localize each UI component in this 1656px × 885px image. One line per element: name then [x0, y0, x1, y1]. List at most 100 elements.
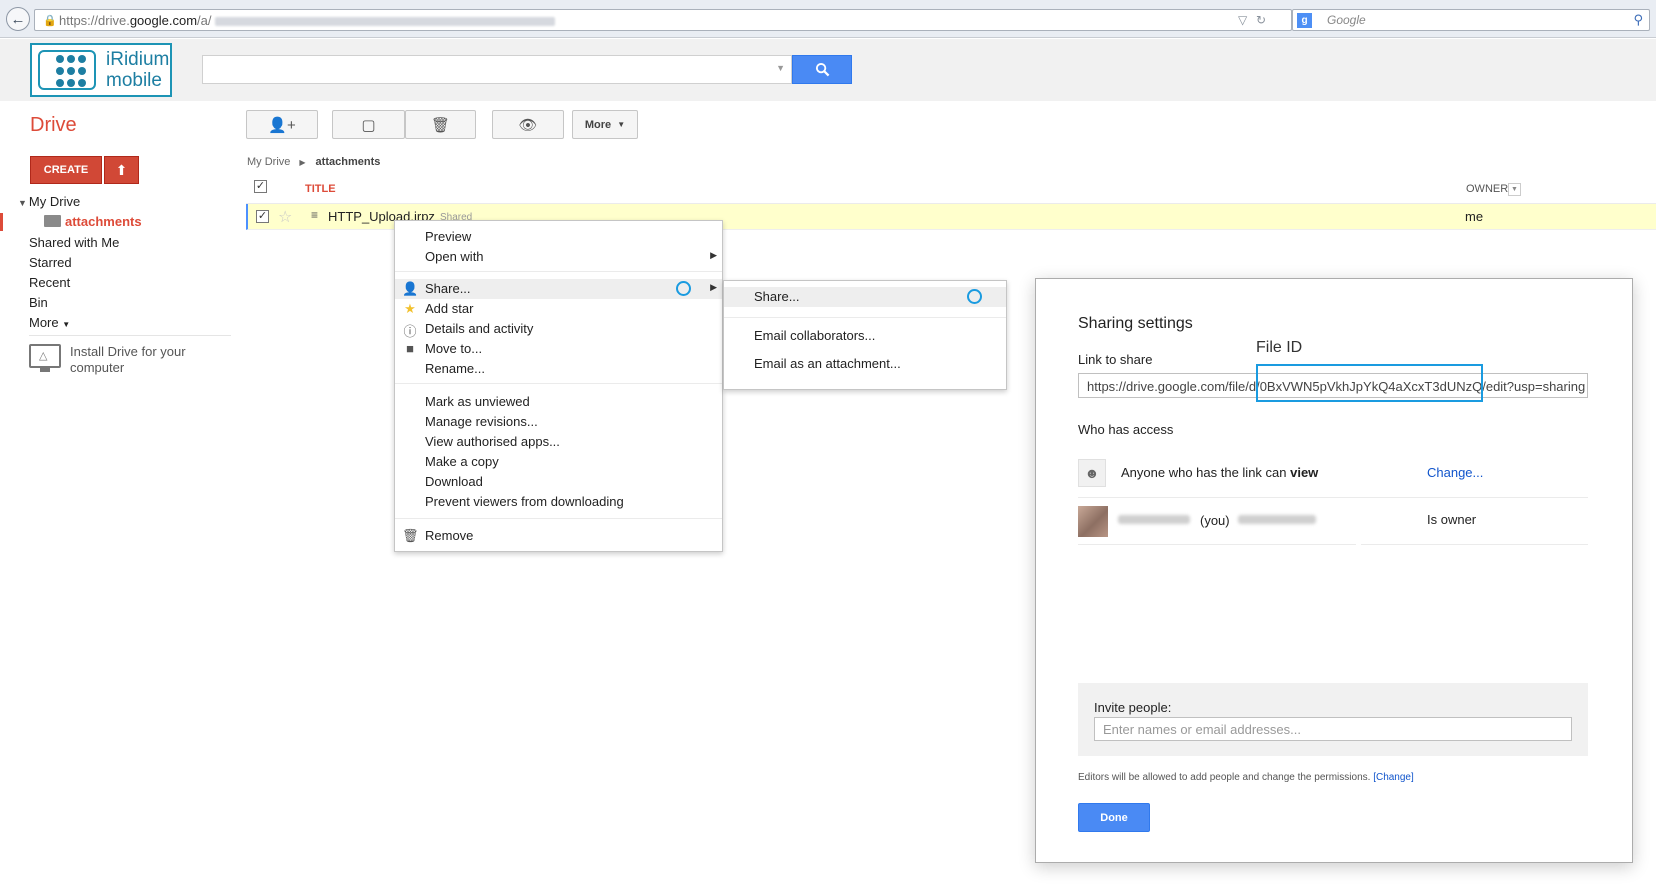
owner-role: Is owner [1427, 512, 1477, 527]
browser-toolbar: ← 🔒 https://drive.google.com/a/ ▽ ↻ g Go… [0, 0, 1656, 38]
context-menu: Preview Open with ▶ 👤 Share... ▶ ★ Add sta… [394, 220, 723, 552]
file-icon: ≡ [311, 208, 319, 222]
file-list-header: ✓ TITLE OWNER ▼ [246, 175, 1656, 204]
menu-item-mark-unviewed[interactable]: Mark as unviewed [395, 392, 722, 412]
dropdown-icon[interactable]: ▽ [1238, 13, 1247, 27]
search-icon[interactable]: ⚲ [1633, 12, 1643, 28]
folder-icon [44, 215, 61, 227]
submenu-item-email-attachment[interactable]: Email as an attachment... [724, 354, 1006, 374]
submenu-item-email-collaborators[interactable]: Email collaborators... [724, 326, 1006, 346]
menu-item-view-apps[interactable]: View authorised apps... [395, 432, 722, 452]
link-to-share-label: Link to share [1078, 352, 1153, 367]
star-icon: ★ [404, 301, 416, 316]
menu-item-move-to[interactable]: ■ Move to... [395, 339, 722, 359]
sidebar-divider [29, 335, 231, 336]
chevron-down-icon: ▼ [617, 120, 626, 129]
menu-item-open-with[interactable]: Open with ▶ [395, 247, 722, 267]
logo-dots-icon [38, 50, 96, 90]
change-access-link[interactable]: Change... [1427, 465, 1483, 480]
folder-icon: ▢ [361, 116, 376, 134]
click-indicator-icon [676, 281, 691, 296]
menu-item-download[interactable]: Download [395, 472, 722, 492]
install-drive-link[interactable]: Install Drive for your computer [70, 344, 200, 376]
breadcrumb-root[interactable]: My Drive [247, 156, 290, 168]
avatar [1078, 506, 1108, 537]
menu-item-preview[interactable]: Preview [395, 227, 722, 247]
column-owner[interactable]: OWNER [1466, 183, 1508, 195]
access-row-link: ☻ Anyone who has the link can view Chang… [1078, 450, 1588, 498]
create-button[interactable]: CREATE [30, 156, 102, 184]
sidebar-item-recent[interactable]: Recent [29, 275, 70, 290]
share-button[interactable]: 👤+ [246, 110, 318, 139]
chevron-right-icon: ▶ [299, 158, 306, 167]
who-has-access-label: Who has access [1078, 422, 1174, 437]
url-text: https://drive.google.com/a/ [59, 13, 555, 28]
lock-icon: 🔒 [43, 15, 57, 27]
file-owner: me [1465, 209, 1484, 224]
menu-item-prevent-download[interactable]: Prevent viewers from downloading [395, 492, 722, 512]
menu-item-manage-revisions[interactable]: Manage revisions... [395, 412, 722, 432]
search-options-icon[interactable]: ▼ [776, 63, 785, 73]
preview-button[interactable]: 👁 [492, 110, 564, 139]
logo[interactable]: iRidium mobile [30, 43, 172, 97]
invite-input[interactable]: Enter names or email addresses... [1094, 717, 1572, 741]
collapse-triangle-icon[interactable]: ▼ [18, 198, 27, 208]
submenu-item-share[interactable]: Share... [724, 287, 1006, 307]
address-bar[interactable]: 🔒 https://drive.google.com/a/ ▽ ↻ [34, 9, 1292, 31]
submenu-arrow-icon: ▶ [710, 250, 717, 260]
drive-search-input[interactable]: ▼ [202, 55, 792, 84]
click-indicator-icon [967, 289, 982, 304]
chevron-down-icon: ▼ [62, 320, 71, 329]
access-description: Anyone who has the link can view [1121, 465, 1319, 480]
delete-button[interactable]: 🗑 [405, 110, 476, 139]
menu-item-details[interactable]: ⓘ Details and activity [395, 319, 722, 339]
file-id-annotation-label: File ID [1256, 339, 1303, 356]
change-permissions-link[interactable]: [Change] [1373, 772, 1414, 783]
trash-icon: 🗑 [402, 528, 419, 543]
sort-dropdown-icon[interactable]: ▼ [1508, 183, 1521, 196]
menu-item-make-copy[interactable]: Make a copy [395, 452, 722, 472]
share-submenu: Share... Email collaborators... Email as… [723, 280, 1007, 390]
eye-icon: 👁 [518, 116, 538, 134]
drive-title[interactable]: Drive [30, 114, 77, 137]
select-all-checkbox[interactable]: ✓ [254, 180, 267, 193]
menu-item-rename[interactable]: Rename... [395, 359, 722, 379]
sidebar-item-my-drive[interactable]: ▼ My Drive [18, 194, 80, 209]
computer-icon[interactable]: △ [29, 344, 61, 372]
sidebar-item-starred[interactable]: Starred [29, 255, 72, 270]
you-label: (you) [1200, 513, 1230, 528]
search-button[interactable] [792, 55, 852, 84]
link-person-icon: ☻ [1078, 459, 1106, 487]
file-id-highlight [1256, 364, 1483, 402]
back-arrow-icon[interactable]: ← [6, 7, 30, 31]
owner-email [1238, 515, 1316, 524]
more-button[interactable]: More ▼ [572, 110, 638, 139]
search-icon [815, 62, 829, 77]
folder-icon: ■ [406, 341, 414, 356]
menu-item-remove[interactable]: 🗑 Remove [395, 526, 722, 546]
sharing-settings-dialog: Sharing settings File ID Link to share h… [1035, 278, 1633, 863]
sidebar-item-more[interactable]: More ▼ [29, 315, 70, 330]
column-title[interactable]: TITLE [305, 183, 336, 195]
star-icon[interactable]: ☆ [278, 207, 292, 227]
drive-header: iRidium mobile ▼ [0, 39, 1656, 101]
access-row-owner: (you) Is owner [1078, 499, 1588, 545]
sidebar-item-bin[interactable]: Bin [29, 295, 48, 310]
google-icon[interactable]: g [1297, 13, 1312, 28]
logo-text: iRidium mobile [106, 49, 170, 91]
invite-label: Invite people: [1094, 700, 1172, 715]
done-button[interactable]: Done [1078, 803, 1150, 832]
sidebar-item-shared-with-me[interactable]: Shared with Me [29, 235, 119, 250]
add-person-icon: 👤 [402, 281, 419, 296]
reload-icon[interactable]: ↻ [1256, 13, 1266, 27]
move-button[interactable]: ▢ [332, 110, 405, 139]
menu-item-add-star[interactable]: ★ Add star [395, 299, 722, 319]
upload-button[interactable]: ⬆ [104, 156, 139, 184]
submenu-arrow-icon: ▶ [710, 282, 717, 292]
row-checkbox[interactable]: ✓ [256, 210, 269, 223]
menu-item-share[interactable]: 👤 Share... ▶ [395, 279, 722, 299]
sidebar-item-attachments[interactable]: attachments [0, 213, 230, 231]
invite-section: Invite people: Enter names or email addr… [1078, 683, 1588, 756]
editors-note: Editors will be allowed to add people an… [1078, 772, 1414, 783]
browser-search-box[interactable]: g Google ⚲ [1292, 9, 1650, 31]
